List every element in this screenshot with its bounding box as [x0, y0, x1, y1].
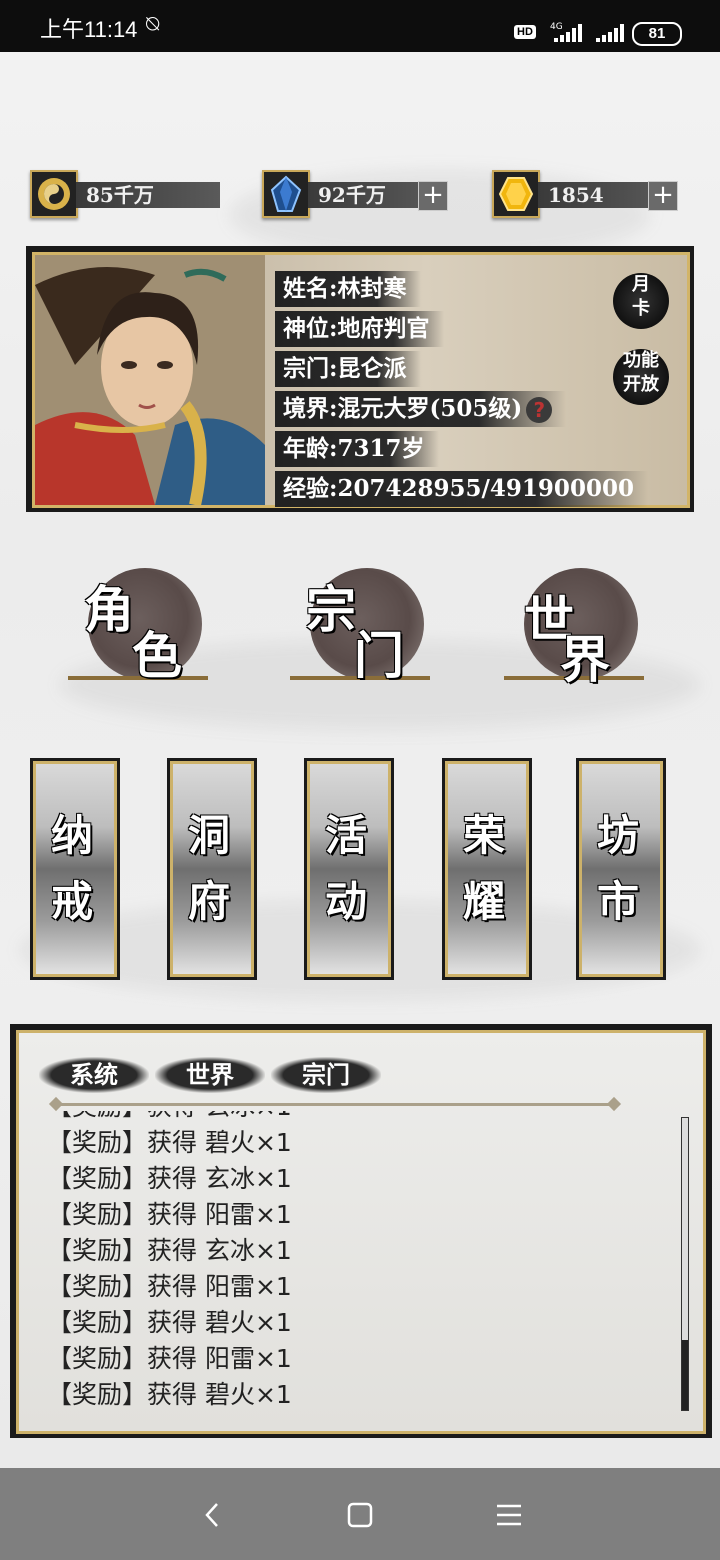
sect-label-1: 宗 [306, 580, 356, 639]
message-list[interactable]: 【奖励】获得 玄冰×1 【奖励】获得 碧火×1 【奖励】获得 玄冰×1 【奖励】… [47, 1111, 667, 1415]
profile-exp: 经验:207428955/491900000 [275, 471, 648, 507]
currency-coins: 85千万 [30, 170, 220, 218]
add-gems-button[interactable]: + [648, 181, 678, 211]
coins-value: 85千万 [76, 182, 220, 208]
ring-storage-label-1: 纳 [50, 811, 93, 860]
character-label-1: 角 [84, 580, 134, 639]
sect-button[interactable]: 宗 门 [290, 560, 440, 690]
currency-gems: 1854 + [492, 170, 682, 218]
month-card-label-2: 卡 [632, 298, 650, 319]
world-label-2: 界 [560, 630, 610, 689]
market-label-2: 市 [596, 877, 639, 926]
battery-indicator: 81 [632, 22, 682, 46]
list-item: 【奖励】获得 玄冰×1 [47, 1111, 667, 1125]
tab-world[interactable]: 世界 [155, 1057, 265, 1093]
list-item: 【奖励】获得 碧火×1 [47, 1308, 292, 1337]
month-card-button[interactable]: 月 卡 [613, 273, 669, 329]
ring-storage-label-2: 戒 [50, 877, 93, 926]
chat-panel: 系统 世界 宗门 【奖励】获得 玄冰×1 【奖励】获得 碧火×1 【奖励】获得 … [10, 1024, 712, 1438]
status-time: 上午11:14 [40, 17, 138, 42]
menu-glory[interactable]: 荣 耀 [442, 758, 532, 980]
home-icon[interactable] [345, 1500, 375, 1530]
profile-name: 姓名:林封寒 [275, 271, 421, 307]
add-crystals-button[interactable]: + [418, 181, 448, 211]
character-button[interactable]: 角 色 [68, 560, 218, 690]
currency-crystals: 92千万 + [262, 170, 452, 218]
character-label-2: 色 [132, 626, 182, 685]
chat-scrollbar[interactable] [681, 1117, 689, 1411]
yin-yang-coin-icon [30, 170, 78, 218]
character-portrait[interactable] [35, 255, 265, 505]
activity-label-2: 动 [324, 877, 367, 926]
alarm-off-icon: ⍉ [146, 11, 160, 36]
signal-4g-icon: 4G [550, 22, 582, 42]
menu-ring-storage[interactable]: 纳 戒 [30, 758, 120, 980]
realm-help-icon[interactable]: ? [526, 397, 553, 423]
cave-label-2: 府 [187, 877, 230, 926]
feature-open-button[interactable]: 功能 开放 [613, 349, 669, 405]
profile-card: 姓名:林封寒 神位:地府判官 宗门:昆仑派 境界:混元大罗(505级)? 年龄:… [26, 246, 694, 512]
glory-label-2: 耀 [462, 877, 505, 926]
feature-label-2: 开放 [623, 374, 659, 395]
sect-label-2: 门 [354, 626, 404, 685]
activity-label-1: 活 [324, 811, 367, 860]
hd-badge: HD [514, 25, 536, 39]
feature-label-1: 功能 [623, 350, 659, 371]
profile-sect: 宗门:昆仑派 [275, 351, 421, 387]
profile-age: 年龄:7317岁 [275, 431, 439, 467]
list-item: 【奖励】获得 玄冰×1 [47, 1164, 292, 1193]
scrollbar-thumb[interactable] [682, 1340, 688, 1410]
gold-gem-icon [492, 170, 540, 218]
list-item: 【奖励】获得 阳雷×1 [47, 1272, 292, 1301]
profile-realm-row: 境界:混元大罗(505级)? [275, 391, 567, 427]
menu-cave-mansion[interactable]: 洞 府 [167, 758, 257, 980]
tab-system[interactable]: 系统 [39, 1057, 149, 1093]
svg-text:4G: 4G [550, 22, 563, 32]
status-bar: 上午11:14 ⍉ HD 4G 81 [0, 0, 720, 52]
signal-icon [596, 24, 624, 42]
world-button[interactable]: 世 界 [504, 560, 654, 690]
menu-market[interactable]: 坊 市 [576, 758, 666, 980]
system-nav-bar [0, 1468, 720, 1560]
list-item: 【奖励】获得 碧火×1 [47, 1380, 292, 1409]
tab-divider [55, 1103, 615, 1106]
profile-realm: 境界:混元大罗(505级) [283, 395, 523, 422]
blue-crystal-icon [262, 170, 310, 218]
month-card-label-1: 月 [632, 274, 650, 295]
back-icon[interactable] [198, 1500, 228, 1530]
list-item: 【奖励】获得 玄冰×1 [47, 1236, 292, 1265]
tab-sect[interactable]: 宗门 [271, 1057, 381, 1093]
list-item: 【奖励】获得 碧火×1 [47, 1128, 292, 1157]
glory-label-1: 荣 [462, 811, 505, 860]
profile-rank: 神位:地府判官 [275, 311, 444, 347]
market-label-1: 坊 [596, 811, 639, 860]
menu-icon[interactable] [494, 1500, 524, 1530]
list-item: 【奖励】获得 阳雷×1 [47, 1200, 292, 1229]
menu-activity[interactable]: 活 动 [304, 758, 394, 980]
list-item: 【奖励】获得 阳雷×1 [47, 1344, 292, 1373]
cave-label-1: 洞 [187, 811, 230, 860]
